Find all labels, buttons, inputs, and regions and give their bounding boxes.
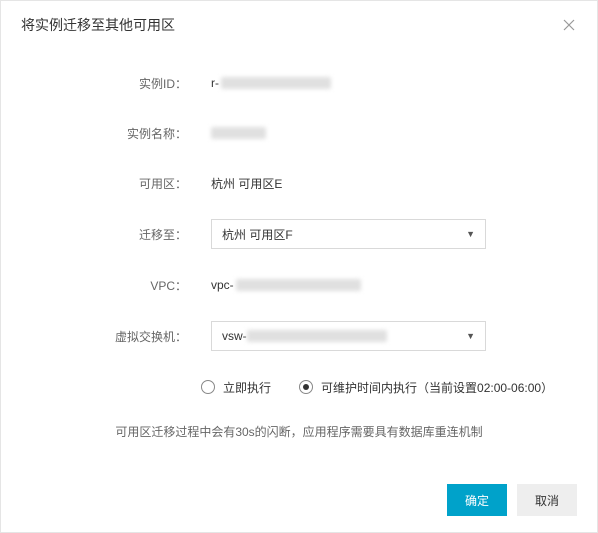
instance-id-masked: [221, 77, 331, 89]
radio-maintenance[interactable]: 可维护时间内执行（当前设置02:00-06:00）: [299, 379, 553, 396]
migrate-az-modal: 将实例迁移至其他可用区 实例ID： r- 实例名称： 可用区： 杭州 可用区E …: [0, 0, 598, 533]
label-migrate-to: 迁移至：: [31, 226, 191, 243]
vswitch-prefix: vsw-: [222, 329, 247, 343]
row-migrate-to: 迁移至： 杭州 可用区F ▼: [31, 219, 567, 249]
value-vswitch: vsw- ▼: [191, 321, 567, 351]
row-instance-name: 实例名称：: [31, 119, 567, 147]
execution-radio-group: 立即执行 可维护时间内执行（当前设置02:00-06:00）: [181, 379, 553, 396]
migrate-to-selected: 杭州 可用区F: [222, 226, 293, 243]
instance-id-prefix: r-: [211, 76, 219, 90]
value-instance-name: [191, 127, 567, 139]
value-migrate-to: 杭州 可用区F ▼: [191, 219, 567, 249]
radio-immediate[interactable]: 立即执行: [201, 379, 271, 396]
label-instance-name: 实例名称：: [31, 125, 191, 142]
radio-icon-checked: [299, 380, 313, 394]
cancel-button[interactable]: 取消: [517, 484, 577, 516]
row-execution: 立即执行 可维护时间内执行（当前设置02:00-06:00）: [31, 373, 567, 401]
row-vpc: VPC： vpc-: [31, 271, 567, 299]
radio-icon: [201, 380, 215, 394]
row-vswitch: 虚拟交换机： vsw- ▼: [31, 321, 567, 351]
chevron-down-icon: ▼: [466, 331, 475, 341]
vpc-prefix: vpc-: [211, 278, 234, 292]
modal-footer: 确定 取消: [1, 468, 597, 532]
vswitch-select[interactable]: vsw- ▼: [211, 321, 486, 351]
modal-title: 将实例迁移至其他可用区: [21, 15, 175, 35]
radio-immediate-label: 立即执行: [223, 379, 271, 396]
value-availability-zone: 杭州 可用区E: [191, 175, 567, 192]
close-button[interactable]: [561, 17, 577, 33]
label-availability-zone: 可用区：: [31, 175, 191, 192]
vswitch-masked: [247, 330, 387, 342]
confirm-button[interactable]: 确定: [447, 484, 507, 516]
label-instance-id: 实例ID：: [31, 75, 191, 92]
radio-maintenance-label: 可维护时间内执行（当前设置02:00-06:00）: [321, 379, 553, 396]
label-vswitch: 虚拟交换机：: [31, 328, 191, 345]
chevron-down-icon: ▼: [466, 229, 475, 239]
value-vpc: vpc-: [191, 278, 567, 292]
value-instance-id: r-: [191, 76, 567, 90]
modal-header: 将实例迁移至其他可用区: [1, 1, 597, 49]
modal-body: 实例ID： r- 实例名称： 可用区： 杭州 可用区E 迁移至： 杭州 可用区F…: [1, 49, 597, 440]
vpc-masked: [236, 279, 361, 291]
migrate-to-select[interactable]: 杭州 可用区F ▼: [211, 219, 486, 249]
label-vpc: VPC：: [31, 277, 191, 294]
instance-name-masked: [211, 127, 266, 139]
row-instance-id: 实例ID： r-: [31, 69, 567, 97]
close-icon: [563, 19, 575, 31]
migration-note: 可用区迁移过程中会有30s的闪断，应用程序需要具有数据库重连机制: [31, 423, 567, 440]
row-availability-zone: 可用区： 杭州 可用区E: [31, 169, 567, 197]
